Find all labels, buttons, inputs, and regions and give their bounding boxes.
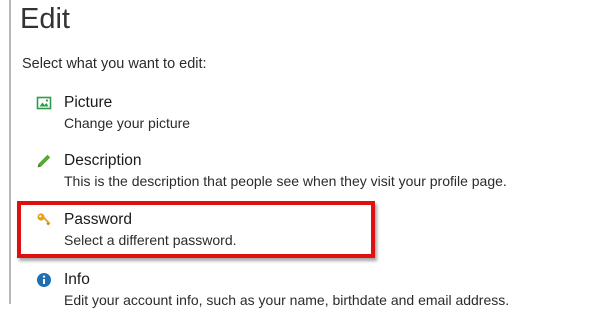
left-border-divider [9,0,11,304]
edit-option-picture[interactable]: Picture Change your picture [36,93,601,137]
picture-icon [36,95,52,111]
option-label: Picture [64,94,113,111]
pencil-icon [36,153,52,169]
option-label: Info [64,271,90,288]
edit-option-description[interactable]: Description This is the description that… [36,151,601,195]
option-description: Select a different password. [64,232,237,248]
option-label: Password [64,211,133,228]
edit-option-info[interactable]: Info Edit your account info, such as you… [36,270,601,314]
page-title: Edit [20,3,70,35]
option-description: This is the description that people see … [64,173,507,189]
info-icon [36,272,52,288]
option-label: Description [64,152,142,169]
option-description: Change your picture [64,115,191,131]
option-description: Edit your account info, such as your nam… [64,292,510,308]
key-icon [36,212,52,228]
page-subtitle: Select what you want to edit: [22,56,207,72]
edit-option-password[interactable]: Password Select a different password. [36,210,601,254]
